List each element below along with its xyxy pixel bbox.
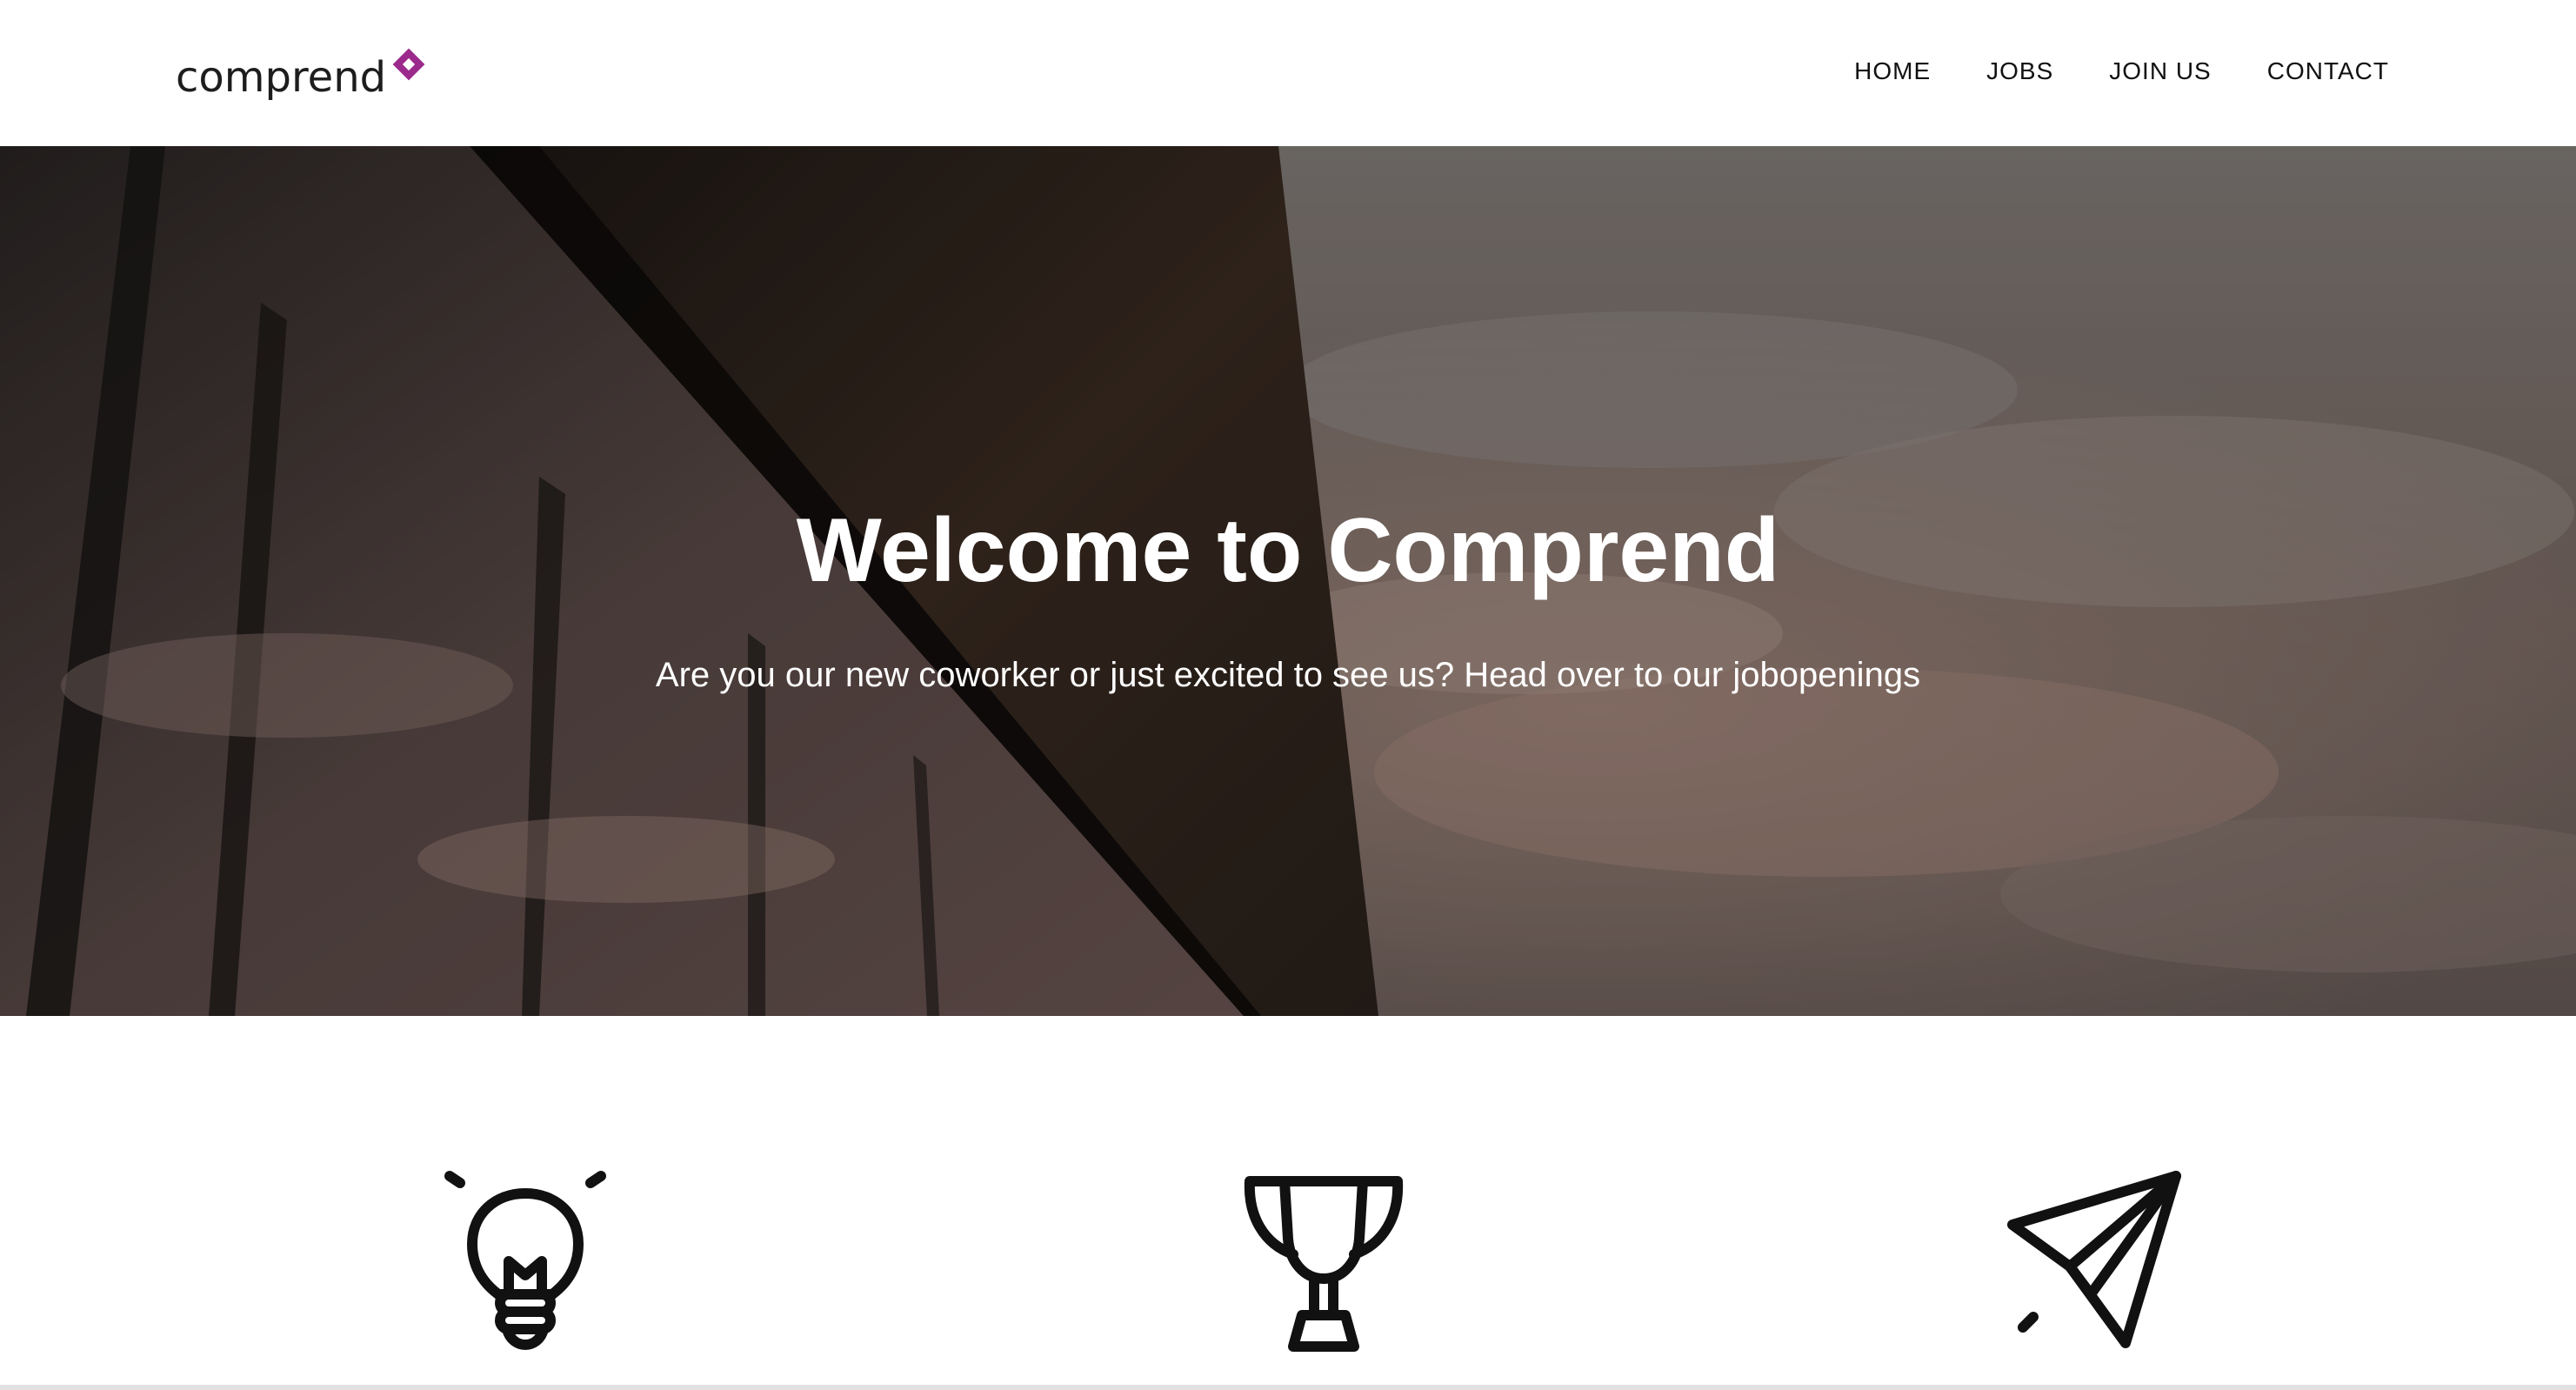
main-nav: HOME JOBS JOIN US CONTACT	[1854, 52, 2389, 90]
trophy-icon	[1244, 1176, 1404, 1352]
logo[interactable]: comprend	[176, 42, 428, 103]
paper-plane-icon	[2007, 1171, 2181, 1348]
hero-subtitle: Are you our new coworker or just excited…	[655, 656, 1921, 694]
lightbulb-icon	[444, 1171, 606, 1350]
nav-home[interactable]: HOME	[1854, 52, 1931, 90]
hero-banner: Welcome to Comprend Are you our new cowo…	[0, 146, 2576, 1016]
features-row	[0, 1016, 2576, 1388]
nav-jobs[interactable]: JOBS	[1986, 52, 2053, 90]
nav-join-us[interactable]: JOIN US	[2109, 52, 2211, 90]
logo-text: comprend	[176, 53, 387, 102]
hero-title: Welcome to Comprend	[796, 500, 1780, 601]
nav-contact[interactable]: CONTACT	[2267, 52, 2389, 90]
site-header: comprend HOME JOBS JOIN US CONTACT	[0, 0, 2576, 146]
diamond-logo-mark-icon	[392, 48, 425, 81]
bottom-divider	[0, 1385, 2576, 1390]
